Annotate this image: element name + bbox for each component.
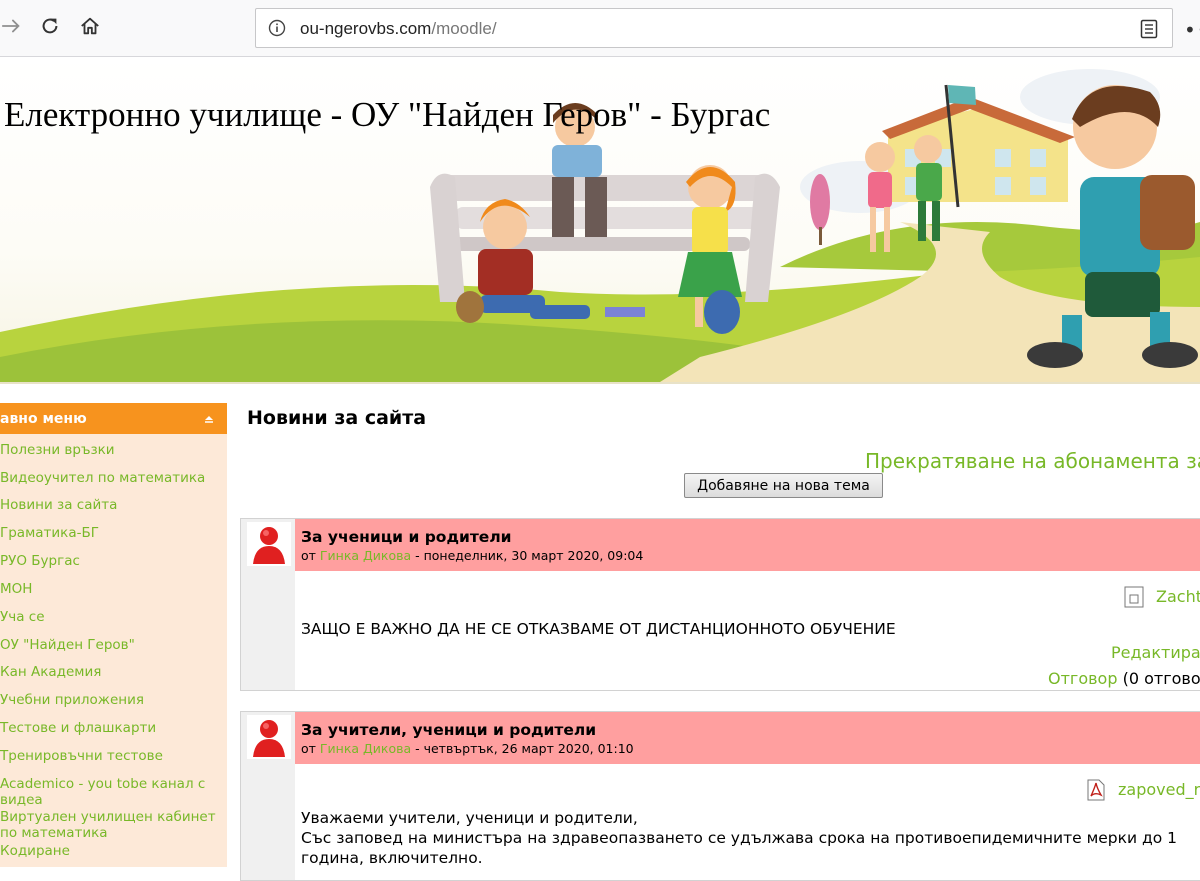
reader-view-icon[interactable] — [1140, 19, 1158, 39]
menu-item-practice-tests[interactable]: Тренировъчни тестове — [0, 748, 163, 764]
url-text: ou-ngerovbs.com/moodle/ — [300, 19, 497, 38]
menu-item-khan-academy[interactable]: Кан Академия — [0, 664, 101, 680]
main-menu-title: авно меню — [0, 410, 87, 427]
home-icon[interactable] — [78, 14, 102, 38]
collapse-caret-icon[interactable] — [203, 412, 215, 424]
post-body-line: Уважаеми учители, ученици и родители, — [301, 809, 638, 827]
banner-divider — [0, 382, 1200, 384]
address-bar[interactable]: ou-ngerovbs.com/moodle/ — [255, 8, 1173, 48]
reply-link-group: Отговор (0 отговор — [1048, 669, 1200, 688]
menu-item-ruo-burgas[interactable]: РУО Бургас — [0, 553, 80, 569]
menu-item-site-news[interactable]: Новини за сайта — [0, 497, 117, 513]
menu-item-learning-apps[interactable]: Учебни приложения — [0, 692, 144, 708]
post-body-line: Със заповед на министъра на здравеопазва… — [301, 829, 1177, 847]
main-menu-block: авно меню Полезни връзки Видеоучител по … — [0, 403, 227, 867]
info-icon[interactable] — [268, 19, 286, 37]
forum-post: За ученици и родители от Гинка Дикова - … — [240, 518, 1200, 691]
post-body-line: година, включително. — [301, 849, 483, 867]
post-header: За ученици и родители от Гинка Дикова - … — [295, 519, 1200, 571]
reload-icon[interactable] — [38, 14, 62, 38]
post-author-link[interactable]: Гинка Дикова — [320, 741, 411, 756]
attachment-link[interactable]: zapoved_r — [1087, 779, 1200, 801]
menu-item-mon[interactable]: МОН — [0, 581, 32, 597]
forward-icon[interactable] — [0, 14, 24, 38]
pdf-icon — [1087, 779, 1105, 801]
menu-item-coding[interactable]: Кодиране — [0, 843, 70, 859]
post-subject: За учители, ученици и родители — [301, 721, 597, 739]
menu-item-grammar[interactable]: Граматика-БГ — [0, 525, 99, 541]
attachment-link[interactable]: Zacht — [1124, 586, 1200, 608]
edit-link[interactable]: Редактира — [1111, 643, 1200, 662]
user-avatar-icon[interactable] — [247, 715, 291, 759]
site-title: Електронно училище - ОУ "Найден Геров" -… — [4, 95, 771, 134]
forum-post: За учители, ученици и родители от Гинка … — [240, 711, 1200, 881]
add-new-topic-button[interactable]: Добавяне на нова тема — [684, 473, 883, 498]
site-header-banner: Електронно училище - ОУ "Найден Геров" -… — [0, 57, 1200, 382]
menu-item-useful-links[interactable]: Полезни връзки — [0, 442, 115, 458]
more-actions-button[interactable]: ••• — [1184, 18, 1200, 42]
unsubscribe-link[interactable]: Прекратяване на абонамента за — [865, 449, 1200, 473]
menu-item-academico[interactable]: Academico - you tobe канал с видеа — [0, 776, 222, 808]
menu-item-ucha-se[interactable]: Уча се — [0, 609, 45, 625]
menu-item-tests-flashcards[interactable]: Тестове и флашкарти — [0, 720, 156, 736]
post-header: За учители, ученици и родители от Гинка … — [295, 712, 1200, 764]
post-meta: от Гинка Дикова - четвъртък, 26 март 202… — [301, 741, 634, 756]
post-author-link[interactable]: Гинка Дикова — [320, 548, 411, 563]
post-body: Уважаеми учители, ученици и родители, Съ… — [301, 808, 1177, 868]
user-avatar-icon[interactable] — [247, 522, 291, 566]
post-meta: от Гинка Дикова - понеделник, 30 март 20… — [301, 548, 644, 563]
menu-item-virtual-math-room[interactable]: Виртуален училищен кабинет по математика — [0, 809, 222, 841]
main-menu-header[interactable]: авно меню — [0, 403, 227, 434]
reply-count: (0 отговор — [1122, 669, 1200, 688]
menu-item-school[interactable]: ОУ "Найден Геров" — [0, 637, 135, 653]
page-title: Новини за сайта — [247, 407, 427, 429]
document-icon — [1124, 586, 1144, 608]
post-body: ЗАЩО Е ВАЖНО ДА НЕ СЕ ОТКАЗВАМЕ ОТ ДИСТА… — [301, 620, 896, 638]
reply-link[interactable]: Отговор — [1048, 669, 1117, 688]
post-subject: За ученици и родители — [301, 528, 512, 546]
menu-item-video-teacher[interactable]: Видеоучител по математика — [0, 470, 205, 486]
browser-toolbar: ou-ngerovbs.com/moodle/ ••• — [0, 0, 1200, 57]
